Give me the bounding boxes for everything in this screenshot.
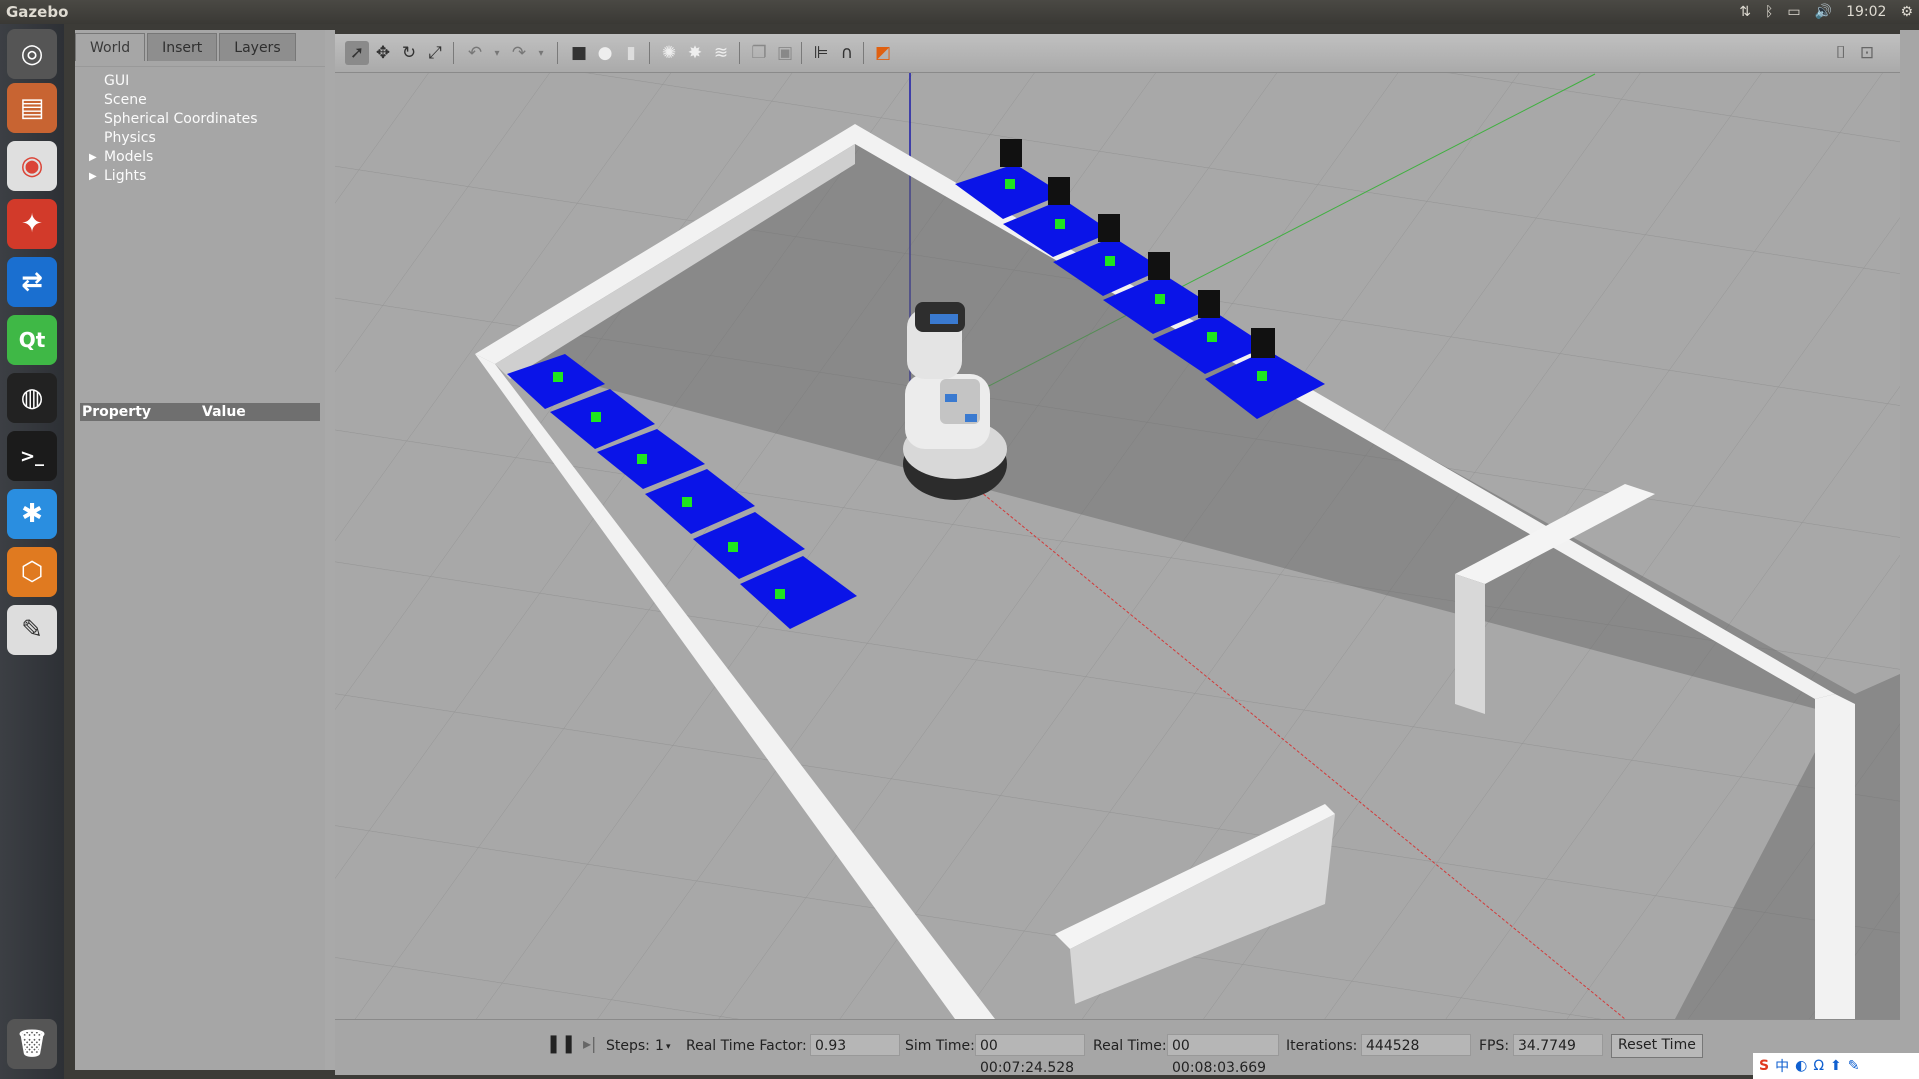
tab-world[interactable]: World — [75, 33, 146, 61]
input-method-bar[interactable]: S 中 ◐ Ω ⬆ ✎ — [1753, 1053, 1919, 1079]
panel-tabs: World Insert Layers — [75, 33, 298, 61]
east-wall — [1815, 694, 1855, 1019]
chinese-mode-icon[interactable]: 中 — [1775, 1056, 1789, 1076]
tree-item-spherical-coordinates[interactable]: Spherical Coordinates — [104, 111, 258, 127]
punctuation-icon[interactable]: ◐ — [1795, 1058, 1807, 1074]
symbol-icon[interactable]: Ω — [1813, 1058, 1824, 1074]
camera-app-icon[interactable]: ◍ — [7, 373, 57, 423]
iterations-field: 444528 — [1361, 1034, 1471, 1056]
bottom-status-bar: ❚❚ ▸| Steps: 1 ▾ Real Time Factor: 0.93 … — [335, 1019, 1900, 1076]
directional-light-icon[interactable]: ≋ — [709, 41, 733, 65]
snap-icon[interactable]: ∩ — [835, 41, 859, 65]
inner-wall-east-side — [1455, 574, 1485, 714]
window-title: Gazebo — [6, 3, 69, 21]
fps-field: 34.7749 — [1513, 1034, 1603, 1056]
tab-insert[interactable]: Insert — [147, 33, 218, 61]
scale-mode-icon[interactable]: ⤢ — [423, 41, 447, 65]
undo-icon[interactable]: ↶ — [463, 41, 487, 65]
select-mode-icon[interactable]: ➚ — [345, 41, 369, 65]
world-tree: GUI Scene Spherical Coordinates Physics … — [75, 66, 325, 427]
undo-history-icon[interactable]: ▾ — [485, 41, 509, 65]
real-time-label: Real Time: — [1093, 1038, 1167, 1054]
tree-item-models[interactable]: Models — [104, 149, 153, 165]
fps-label: FPS: — [1479, 1038, 1510, 1054]
rotate-mode-icon[interactable]: ↻ — [397, 41, 421, 65]
tree-item-gui[interactable]: GUI — [104, 73, 129, 89]
chrome-icon[interactable]: ◉ — [7, 141, 57, 191]
ubuntu-dash-icon[interactable]: ◎ — [7, 29, 57, 79]
property-table-header: Property Value — [80, 403, 320, 421]
system-tray: ⇅ ᛒ ▭ 🔊 19:02 ⚙ — [1739, 0, 1913, 24]
bluetooth-icon[interactable]: ᛒ — [1765, 4, 1773, 20]
tree-item-lights[interactable]: Lights — [104, 168, 146, 184]
settings-gear-icon[interactable]: ⚙ — [1900, 4, 1913, 20]
real-time-field: 00 00:08:03.669 — [1167, 1034, 1279, 1076]
expand-arrow-icon[interactable]: ▶ — [89, 171, 97, 182]
log-icon[interactable]: ⊡ — [1855, 41, 1879, 65]
steps-value[interactable]: 1 — [655, 1038, 664, 1054]
gazebo-icon[interactable]: ⬡ — [7, 547, 57, 597]
point-light-icon[interactable]: ✺ — [657, 41, 681, 65]
iterations-label: Iterations: — [1286, 1038, 1358, 1054]
redo-icon[interactable]: ↷ — [507, 41, 531, 65]
copy-icon[interactable]: ❐ — [747, 41, 771, 65]
xmind-icon[interactable]: ✱ — [7, 489, 57, 539]
clock[interactable]: 19:02 — [1846, 4, 1886, 20]
steps-dropdown-icon[interactable]: ▾ — [666, 1042, 671, 1052]
sogou-icon[interactable]: S — [1759, 1058, 1769, 1074]
battery-icon[interactable]: ▭ — [1787, 4, 1800, 20]
pause-button[interactable]: ❚❚ — [546, 1033, 576, 1054]
system-settings-icon[interactable]: ✦ — [7, 199, 57, 249]
redo-history-icon[interactable]: ▾ — [529, 41, 553, 65]
paste-icon[interactable]: ▣ — [773, 41, 797, 65]
top-panel: Gazebo ⇅ ᛒ ▭ 🔊 19:02 ⚙ — [0, 0, 1919, 24]
tree-item-physics[interactable]: Physics — [104, 130, 156, 146]
terminal-icon[interactable]: >_ — [7, 431, 57, 481]
steps-label: Steps: — [606, 1038, 650, 1054]
expand-arrow-icon[interactable]: ▶ — [89, 152, 97, 163]
tree-item-scene[interactable]: Scene — [104, 92, 147, 108]
sim-time-label: Sim Time: — [905, 1038, 975, 1054]
reset-time-button[interactable]: Reset Time — [1611, 1034, 1703, 1058]
scene-render — [335, 34, 1900, 1019]
sphere-icon[interactable]: ● — [593, 41, 617, 65]
rtf-label: Real Time Factor: — [686, 1038, 807, 1054]
right-panel-collapsed[interactable] — [1900, 30, 1919, 1079]
sim-time-field: 00 00:07:24.528 — [975, 1034, 1085, 1076]
translate-mode-icon[interactable]: ✥ — [371, 41, 395, 65]
files-icon[interactable]: ▤ — [7, 83, 57, 133]
volume-icon[interactable]: 🔊 — [1815, 4, 1832, 20]
spot-light-icon[interactable]: ✸ — [683, 41, 707, 65]
align-icon[interactable]: ⊫ — [809, 41, 833, 65]
ground-grid — [335, 34, 1900, 1019]
step-button[interactable]: ▸| — [583, 1034, 596, 1053]
screenshot-icon[interactable]: ⌷ — [1829, 41, 1853, 65]
cylinder-icon[interactable]: ▮ — [619, 41, 643, 65]
box-icon[interactable]: ■ — [567, 41, 591, 65]
tab-layers[interactable]: Layers — [219, 33, 296, 61]
trash-icon[interactable]: 🗑 — [7, 1019, 57, 1069]
qt-creator-icon[interactable]: Qt — [7, 315, 57, 365]
launcher: ◎ ▤ ◉ ✦ ⇄ Qt ◍ >_ ✱ ⬡ ✎ 🗑 — [0, 24, 64, 1079]
panel-splitter[interactable] — [325, 30, 335, 1070]
main-toolbar: ➚ ✥ ↻ ⤢ ↶ ▾ ↷ ▾ ■ ● ▮ ✺ ✸ ≋ ❐ ▣ ⊫ ∩ ◩ ⌷ … — [335, 34, 1900, 73]
tools-icon[interactable]: ✎ — [1848, 1058, 1860, 1074]
view-angle-icon[interactable]: ◩ — [871, 41, 895, 65]
skin-icon[interactable]: ⬆ — [1830, 1058, 1842, 1074]
value-column-header: Value — [202, 404, 246, 420]
teamviewer-icon[interactable]: ⇄ — [7, 257, 57, 307]
text-editor-icon[interactable]: ✎ — [7, 605, 57, 655]
property-column-header: Property — [82, 404, 152, 420]
network-icon[interactable]: ⇅ — [1739, 4, 1751, 20]
rtf-field: 0.93 — [810, 1034, 900, 1056]
left-panel: World Insert Layers GUI Scene Spherical … — [75, 30, 325, 1070]
3d-viewport[interactable] — [335, 34, 1900, 1019]
